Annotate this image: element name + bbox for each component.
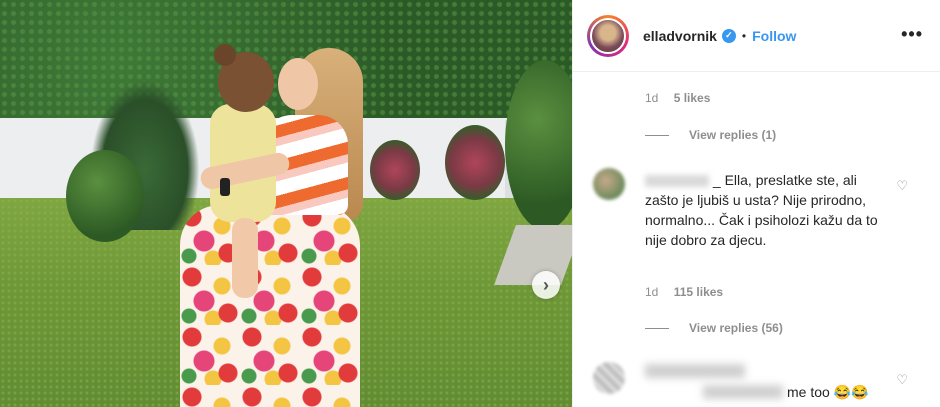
separator-dot: •	[741, 28, 747, 43]
comment-age[interactable]: 1d	[645, 285, 658, 299]
view-replies-button[interactable]: View replies (1)	[645, 128, 776, 142]
comment-text: me too 😂😂	[787, 384, 869, 400]
wristwatch	[220, 178, 230, 196]
comment-likes[interactable]: 5 likes	[674, 91, 711, 105]
comments-panel: elladvornik ✓ • Follow ••• 1d 5 likes Vi…	[572, 0, 940, 407]
story-ring[interactable]	[587, 14, 629, 57]
verified-badge-icon: ✓	[721, 28, 736, 43]
username[interactable]: elladvornik	[643, 28, 717, 44]
girl-leg	[232, 218, 258, 298]
more-options-icon[interactable]: •••	[901, 24, 923, 45]
follow-button[interactable]: Follow	[752, 28, 796, 44]
round-bush	[66, 150, 144, 242]
chevron-right-icon[interactable]: ›	[532, 271, 560, 299]
comment-age[interactable]: 1d	[645, 91, 658, 105]
view-replies-label: View replies (56)	[689, 321, 783, 335]
comment-body: _ Ella, preslatke ste, ali zašto je ljub…	[645, 170, 885, 250]
blurred-username[interactable]	[645, 364, 745, 378]
commenter-avatar[interactable]	[593, 362, 625, 394]
comment-meta: 1d 5 likes	[645, 91, 710, 105]
replies-line	[645, 134, 669, 136]
commenter-avatar[interactable]	[593, 168, 625, 200]
woman-face	[278, 58, 318, 110]
view-replies-label: View replies (1)	[689, 128, 777, 142]
flower-bush-1	[370, 140, 420, 200]
comment-meta: 1d 115 likes	[645, 285, 723, 299]
heart-icon[interactable]: ♡	[896, 178, 908, 194]
flower-bush-2	[445, 125, 505, 200]
blurred-text	[703, 385, 783, 399]
floral-skirt	[180, 205, 360, 407]
replies-line	[645, 327, 669, 329]
post-header: elladvornik ✓ • Follow •••	[573, 0, 940, 72]
heart-icon[interactable]: ♡	[896, 372, 908, 388]
view-replies-button[interactable]: View replies (56)	[645, 321, 783, 335]
post-photo[interactable]: ›	[0, 0, 572, 407]
avatar[interactable]	[590, 17, 626, 54]
girl-hair-bun	[214, 44, 236, 66]
blurred-username[interactable]	[645, 175, 709, 188]
comment-likes[interactable]: 115 likes	[674, 285, 723, 299]
